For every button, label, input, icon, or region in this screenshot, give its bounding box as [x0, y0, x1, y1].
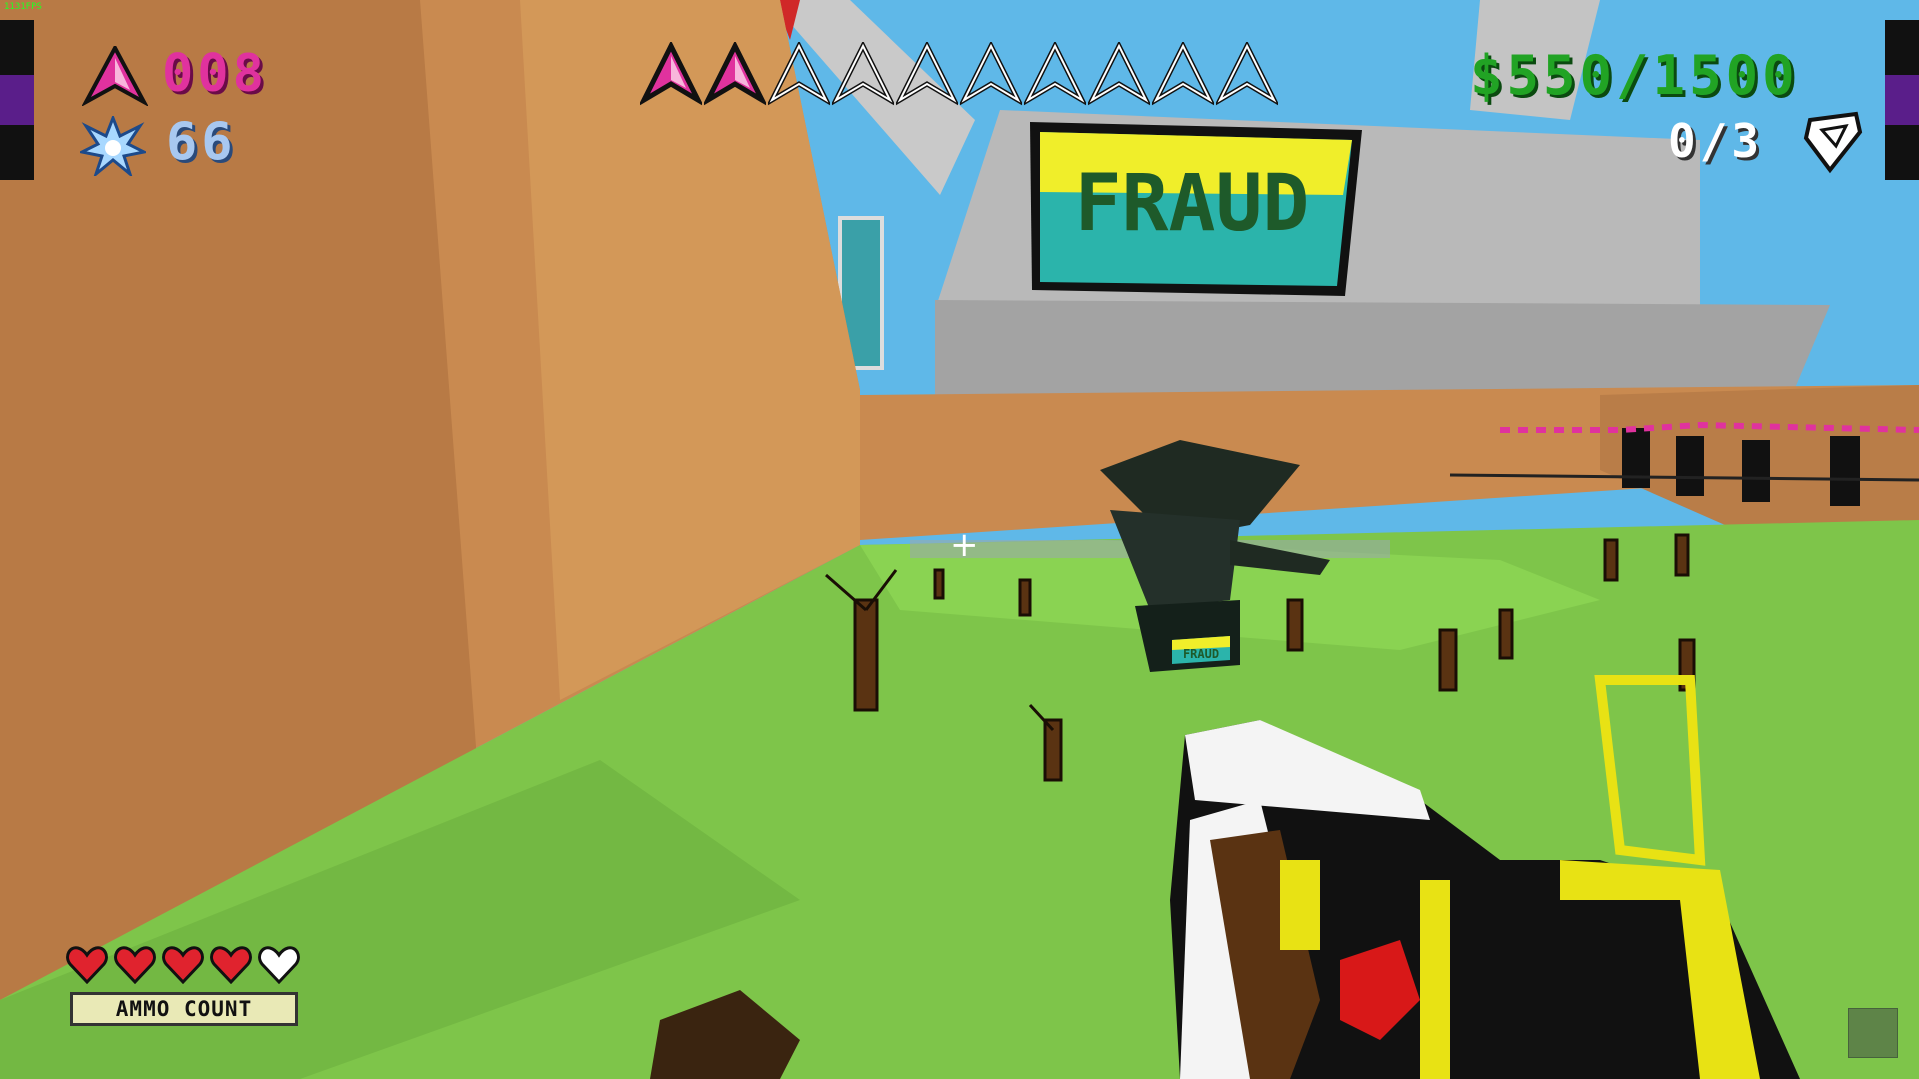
- gem-icon: [1803, 111, 1863, 174]
- right-edge-bracket: [1885, 20, 1919, 180]
- building-base: [935, 300, 1830, 400]
- shard-meter-filled-icon: [640, 42, 702, 106]
- heart-full-icon: [162, 946, 204, 984]
- money-counter: $550/1500: [1470, 44, 1799, 107]
- shard-meter-filled-icon: [704, 42, 766, 106]
- shard-meter-empty-icon: [768, 42, 830, 106]
- shard-meter: [640, 42, 1290, 106]
- objective-counter: 0/3: [1668, 114, 1764, 168]
- fps-counter: 1131FPS: [4, 2, 42, 12]
- shard-meter-empty-icon: [1024, 42, 1086, 106]
- heart-empty-icon: [258, 946, 300, 984]
- ammo-count-label: AMMO COUNT: [70, 992, 298, 1026]
- shard-meter-empty-icon: [960, 42, 1022, 106]
- shard-meter-empty-icon: [832, 42, 894, 106]
- shard-icon: [82, 46, 148, 106]
- shard-meter-empty-icon: [1152, 42, 1214, 106]
- heart-full-icon: [210, 946, 252, 984]
- left-edge-bracket: [0, 20, 34, 180]
- pedestal-text: FRAUD: [1183, 647, 1219, 661]
- corner-indicator: [1848, 1008, 1898, 1058]
- heart-full-icon: [66, 946, 108, 984]
- heart-full-icon: [114, 946, 156, 984]
- crosshair: +: [950, 525, 979, 565]
- shard-count: 008: [162, 44, 268, 104]
- fraud-billboard: FRAUD: [1030, 122, 1362, 296]
- shard-meter-empty-icon: [1216, 42, 1278, 106]
- shard-meter-empty-icon: [896, 42, 958, 106]
- shard-meter-empty-icon: [1088, 42, 1150, 106]
- billboard-text: FRAUD: [1075, 159, 1310, 249]
- ammo-count: 66: [166, 112, 237, 172]
- health-hearts: [66, 944, 326, 986]
- energy-burst-icon: [80, 116, 146, 176]
